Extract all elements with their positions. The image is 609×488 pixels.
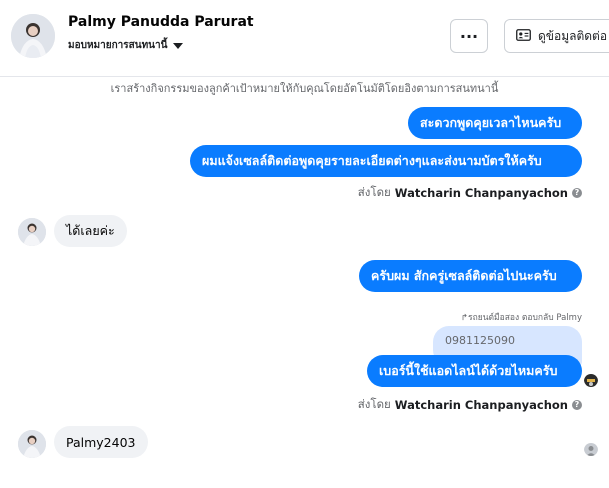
contact-avatar-small[interactable] (18, 218, 46, 246)
message-outgoing[interactable]: ผมแจ้งเซลล์ติดต่อพูดคุยรายละเอียดต่างๆแล… (190, 145, 582, 177)
more-options-button[interactable]: ··· (450, 19, 488, 53)
message-text: ผมแจ้งเซลล์ติดต่อพูดคุยรายละเอียดต่างๆแล… (202, 153, 542, 168)
message-text: สะดวกพูดคุยเวลาไหนครับ (420, 115, 562, 130)
sent-by-info: ส่งโดย Watcharin Chanpanyachon ? (358, 396, 582, 414)
sent-by-name[interactable]: Watcharin Chanpanyachon (395, 186, 568, 200)
message-outgoing[interactable]: สะดวกพูดคุยเวลาไหนครับ (408, 107, 582, 139)
quoted-text: 0981125090 (445, 334, 515, 347)
caret-down-icon (173, 42, 184, 49)
assign-label: มอบหมายการสนทนานี้ (68, 40, 168, 51)
id-card-icon (516, 28, 531, 44)
info-icon[interactable]: ? (572, 400, 582, 410)
ellipsis-icon: ··· (459, 26, 479, 46)
message-outgoing[interactable]: ครับผม สักครู่เซลล์ติดต่อไปนะครับ (359, 260, 582, 292)
message-text: Palmy2403 (66, 434, 136, 450)
reply-context-text: รถยนต์มือสอง ตอบกลับ Palmy (468, 313, 582, 323)
assign-conversation-dropdown[interactable]: มอบหมายการสนทนานี้ (68, 38, 184, 53)
message-outgoing[interactable]: เบอร์นี้ใช้แอดไลน์ได้ด้วยไหมครับ (367, 355, 582, 387)
reply-arrow-icon: ↱ (460, 313, 469, 323)
sent-by-info: ส่งโดย Watcharin Chanpanyachon ? (358, 184, 582, 202)
message-incoming[interactable]: Palmy2403 (54, 426, 148, 458)
seen-avatar-icon (584, 442, 598, 456)
contact-avatar-small[interactable] (18, 430, 46, 458)
info-icon[interactable]: ? (572, 188, 582, 198)
message-text: ครับผม สักครู่เซลล์ติดต่อไปนะครับ (371, 268, 557, 283)
message-incoming[interactable]: ได้เลยค่ะ (54, 215, 127, 247)
message-text: เบอร์นี้ใช้แอดไลน์ได้ด้วยไหมครับ (379, 363, 558, 378)
view-contact-label: ดูข้อมูลติดต่อ (538, 28, 608, 43)
sent-by-prefix: ส่งโดย (357, 397, 391, 411)
sent-by-prefix: ส่งโดย (357, 185, 391, 199)
conversation-header: Palmy Panudda Parurat มอบหมายการสนทนานี้… (0, 0, 609, 77)
seen-avatar-icon (584, 373, 598, 387)
system-notice: เราสร้างกิจกรรมของลูกค้าเป้าหมายให้กับคุ… (110, 82, 499, 95)
sent-by-name[interactable]: Watcharin Chanpanyachon (395, 398, 568, 412)
reply-context-label: ↱รถยนต์มือสอง ตอบกลับ Palmy (440, 310, 582, 324)
contact-name[interactable]: Palmy Panudda Parurat (68, 14, 254, 30)
contact-avatar[interactable] (11, 14, 55, 58)
message-text: ได้เลยค่ะ (66, 223, 115, 238)
view-contact-button[interactable]: ดูข้อมูลติดต่อ (504, 19, 609, 53)
